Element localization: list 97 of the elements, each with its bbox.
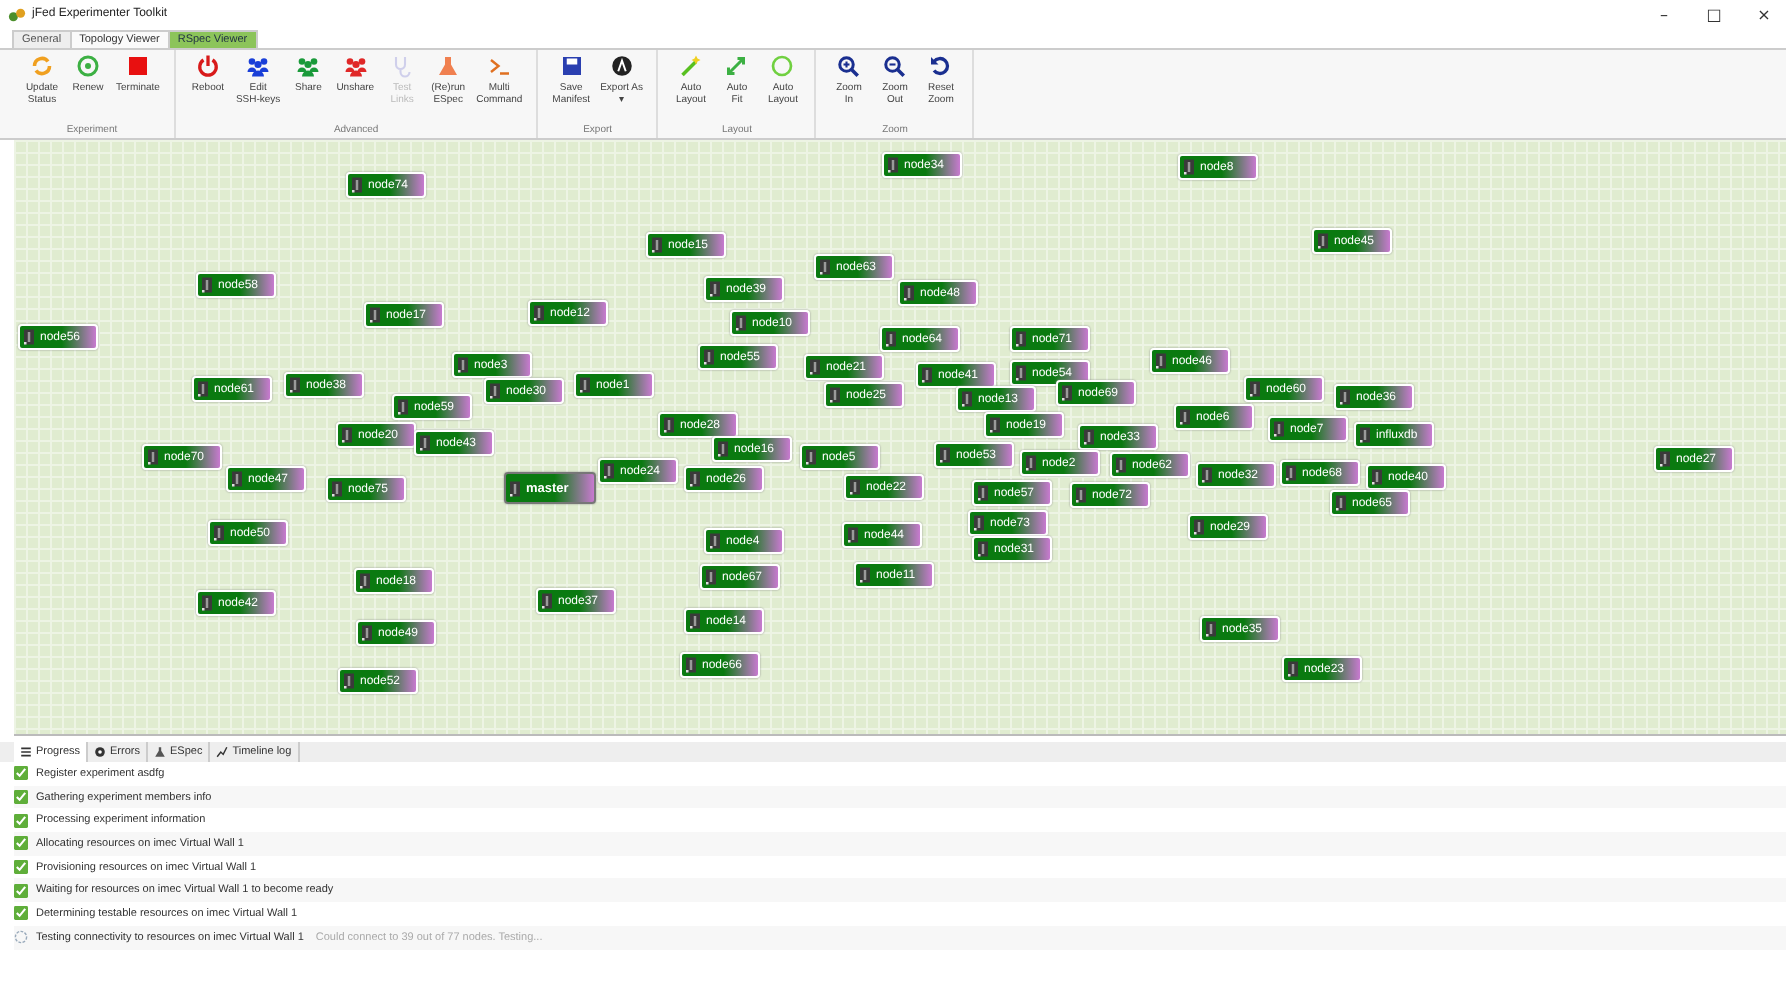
server-icon <box>580 376 590 394</box>
terminal-icon <box>487 54 512 78</box>
server-icon <box>360 572 370 590</box>
server-icon <box>148 448 158 466</box>
server-icon <box>850 478 860 496</box>
server-icon <box>1372 468 1382 486</box>
server-icon <box>1340 388 1350 406</box>
list-icon <box>20 746 32 758</box>
server-icon <box>1286 464 1296 482</box>
reboot-icon <box>195 54 220 78</box>
server-icon <box>1336 494 1346 512</box>
server-icon <box>710 280 720 298</box>
wand-icon <box>678 54 703 78</box>
server-icon <box>202 594 212 612</box>
minimize-button[interactable]: – <box>1642 5 1686 23</box>
server-icon <box>860 566 870 584</box>
server-icon <box>344 672 354 690</box>
server-icon <box>990 416 1000 434</box>
server-icon <box>1076 486 1086 504</box>
server-icon <box>1180 408 1190 426</box>
server-icon <box>718 440 728 458</box>
server-icon <box>398 398 408 416</box>
server-icon <box>342 426 352 444</box>
server-icon <box>490 382 500 400</box>
server-icon <box>510 479 520 497</box>
server-icon <box>664 416 674 434</box>
server-icon <box>332 480 342 498</box>
server-icon <box>1084 428 1094 446</box>
server-icon <box>978 540 988 558</box>
server-icon <box>888 156 898 174</box>
server-icon <box>1360 426 1370 444</box>
server-icon <box>940 446 950 464</box>
reset-icon <box>928 54 953 78</box>
people-icon <box>343 54 368 78</box>
server-icon <box>706 568 716 586</box>
server-icon <box>1318 232 1328 250</box>
server-icon <box>1156 352 1166 370</box>
server-icon <box>686 656 696 674</box>
server-icon <box>820 258 830 276</box>
server-icon <box>604 462 614 480</box>
server-icon <box>198 380 208 398</box>
server-icon <box>848 526 858 544</box>
chart-icon <box>216 746 229 758</box>
server-icon <box>710 532 720 550</box>
zoomout-icon <box>882 54 907 78</box>
server-icon <box>922 366 932 384</box>
server-icon <box>420 434 430 452</box>
server-icon <box>1660 450 1670 468</box>
server-icon <box>202 276 212 294</box>
server-icon <box>652 236 662 254</box>
circle-icon <box>770 54 795 78</box>
app-logo-icon <box>8 5 26 23</box>
gear-icon <box>94 746 107 758</box>
server-icon <box>1026 454 1036 472</box>
server-icon <box>1202 466 1212 484</box>
server-icon <box>24 328 34 346</box>
server-icon <box>232 470 242 488</box>
server-icon <box>290 376 300 394</box>
server-icon <box>542 592 552 610</box>
server-icon <box>352 176 362 194</box>
server-icon <box>962 390 972 408</box>
server-icon <box>974 514 984 532</box>
server-icon <box>1194 518 1204 536</box>
flask-icon <box>436 54 461 78</box>
server-icon <box>1288 660 1298 678</box>
flask-icon <box>154 746 166 758</box>
server-icon <box>690 612 700 630</box>
close-button[interactable]: × <box>1742 5 1786 23</box>
server-icon <box>534 304 544 322</box>
server-icon <box>370 306 380 324</box>
server-icon <box>830 386 840 404</box>
server-icon <box>904 284 914 302</box>
server-icon <box>1016 364 1026 382</box>
server-icon <box>810 358 820 376</box>
server-icon <box>806 448 816 466</box>
update-icon <box>30 54 54 78</box>
server-icon <box>458 356 468 374</box>
expand-icon <box>724 54 749 78</box>
server-icon <box>690 470 700 488</box>
server-icon <box>362 624 372 642</box>
server-icon <box>1016 330 1026 348</box>
people-icon <box>246 54 271 78</box>
people-icon <box>296 54 321 78</box>
server-icon <box>214 524 224 542</box>
server-icon <box>886 330 896 348</box>
maximize-button[interactable]: □ <box>1692 5 1736 23</box>
zoomin-icon <box>836 54 861 78</box>
terminate-icon <box>125 54 150 78</box>
server-icon <box>1062 384 1072 402</box>
server-icon <box>1250 380 1260 398</box>
server-icon <box>1184 158 1194 176</box>
server-icon <box>736 314 746 332</box>
server-icon <box>1206 620 1216 638</box>
server-icon <box>1274 420 1284 438</box>
server-icon <box>704 348 714 366</box>
server-icon <box>1116 456 1126 474</box>
server-icon <box>978 484 988 502</box>
